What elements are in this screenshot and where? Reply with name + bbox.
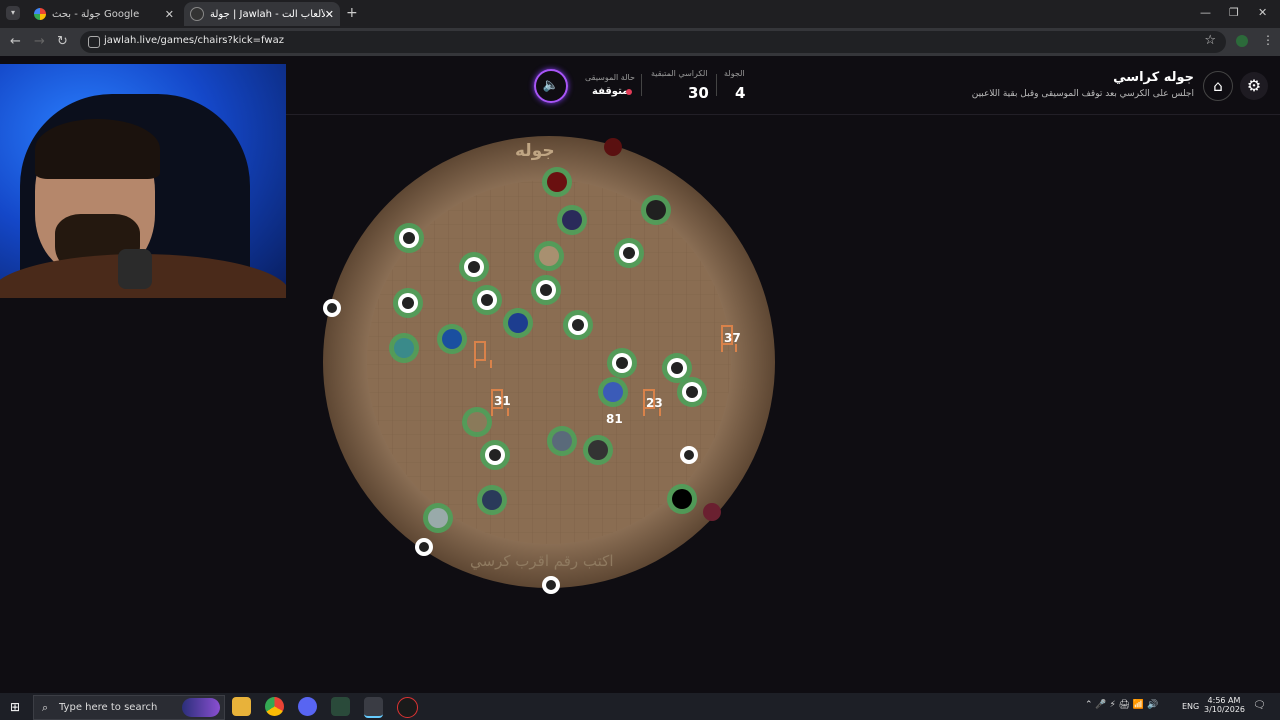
time: 4:56 AM xyxy=(1207,696,1241,705)
player-token[interactable] xyxy=(614,238,644,268)
player-token[interactable] xyxy=(542,576,560,594)
player-token[interactable] xyxy=(547,426,577,456)
search-placeholder: Type here to search xyxy=(59,702,158,713)
player-token[interactable] xyxy=(459,252,489,282)
player-token[interactable] xyxy=(534,241,564,271)
player-token[interactable] xyxy=(667,484,697,514)
chair-number: 23 xyxy=(646,396,663,410)
language-indicator[interactable]: ENG xyxy=(1182,702,1199,711)
player-token[interactable] xyxy=(423,503,453,533)
player-token[interactable] xyxy=(703,503,721,521)
player-token[interactable] xyxy=(542,167,572,197)
player-token[interactable] xyxy=(480,440,510,470)
player-token[interactable] xyxy=(583,435,613,465)
player-token[interactable] xyxy=(394,223,424,253)
player-token[interactable] xyxy=(680,446,698,464)
chair-number: 81 xyxy=(606,412,623,426)
board-prompt: اكتب رقم اقرب كرسي xyxy=(470,552,614,570)
system-tray-icons[interactable]: ⌃ 🎤 ⚡ 🖨 📶 🔊 xyxy=(1085,700,1158,710)
notification-icon[interactable]: 🗨 xyxy=(1253,700,1266,711)
file-explorer-icon[interactable] xyxy=(232,697,251,716)
player-token[interactable] xyxy=(415,538,433,556)
player-token[interactable] xyxy=(477,485,507,515)
player-token[interactable] xyxy=(437,324,467,354)
player-token[interactable] xyxy=(604,138,622,156)
player-token[interactable] xyxy=(641,195,671,225)
player-token[interactable] xyxy=(323,299,341,317)
player-token[interactable] xyxy=(393,288,423,318)
player-token[interactable] xyxy=(563,310,593,340)
board-title: جوله xyxy=(515,141,555,161)
chrome-icon[interactable] xyxy=(265,697,284,716)
player-token[interactable] xyxy=(503,308,533,338)
chair-number: 31 xyxy=(494,394,511,408)
player-token[interactable] xyxy=(531,275,561,305)
date: 3/10/2026 xyxy=(1204,705,1246,714)
search-highlight-icon xyxy=(182,698,220,717)
obs-icon[interactable] xyxy=(397,697,418,718)
taskbar-search-box[interactable]: ⌕ Type here to search xyxy=(33,695,225,720)
xbox-icon[interactable] xyxy=(331,697,350,716)
clock[interactable]: 4:56 AM 3/10/2026 xyxy=(1204,696,1246,714)
game-board xyxy=(323,136,775,594)
player-token[interactable] xyxy=(607,348,637,378)
player-token[interactable] xyxy=(462,407,492,437)
chair-number: 37 xyxy=(724,331,741,345)
player-token[interactable] xyxy=(677,377,707,407)
discord-icon[interactable] xyxy=(298,697,317,716)
player-token[interactable] xyxy=(389,333,419,363)
player-token[interactable] xyxy=(598,377,628,407)
player-token[interactable] xyxy=(557,205,587,235)
search-icon: ⌕ xyxy=(42,701,49,714)
windows-start-icon[interactable]: ⊞ xyxy=(10,700,20,714)
chrome-active-icon[interactable] xyxy=(364,697,383,718)
player-token[interactable] xyxy=(472,285,502,315)
